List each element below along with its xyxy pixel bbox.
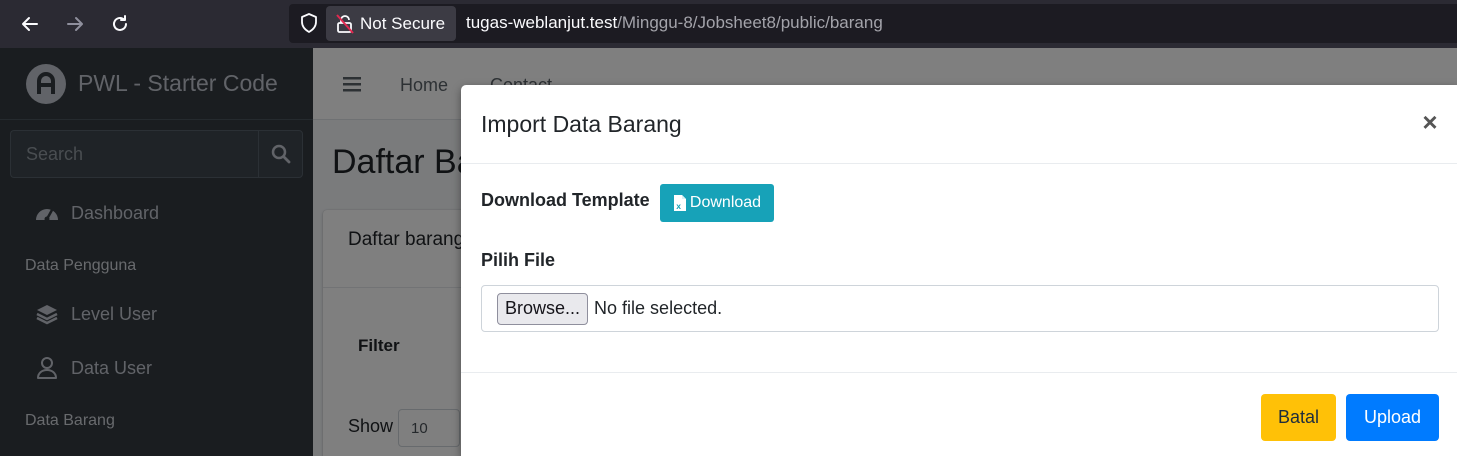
upload-button[interactable]: Upload xyxy=(1346,394,1439,441)
url-path: /Minggu-8/Jobsheet8/public/barang xyxy=(617,13,883,32)
modal-footer: Batal Upload xyxy=(461,372,1457,456)
file-status: No file selected. xyxy=(594,298,723,318)
modal-title: Import Data Barang xyxy=(481,111,682,137)
browser-toolbar: Not Secure tugas-weblanjut.test/Minggu-8… xyxy=(0,0,1457,48)
security-label: Not Secure xyxy=(360,13,446,33)
shield-icon[interactable] xyxy=(298,12,320,34)
browse-button[interactable]: Browse... xyxy=(497,292,589,325)
file-input[interactable]: Browse... No file selected. xyxy=(481,285,1439,332)
arrow-left-icon xyxy=(22,17,38,31)
download-template-label: Download Template xyxy=(481,190,650,210)
reload-icon xyxy=(113,15,127,31)
url-host: tugas-weblanjut.test xyxy=(466,13,618,32)
download-template-button[interactable]: x Download xyxy=(660,184,774,222)
modal-close-button[interactable]: × xyxy=(1417,109,1443,135)
import-modal: Import Data Barang × Download Template x… xyxy=(461,85,1457,456)
modal-header: Import Data Barang × xyxy=(461,85,1457,164)
url-text[interactable]: tugas-weblanjut.test/Minggu-8/Jobsheet8/… xyxy=(466,13,883,33)
file-label: Pilih File xyxy=(481,250,556,270)
file-excel-icon: x xyxy=(673,195,686,211)
download-button-label: Download xyxy=(689,194,762,211)
reload-button[interactable] xyxy=(104,8,136,40)
security-indicator[interactable]: Not Secure xyxy=(326,6,456,41)
insecure-lock-icon xyxy=(336,13,354,34)
forward-button[interactable] xyxy=(59,8,91,40)
back-button[interactable] xyxy=(14,8,46,40)
arrow-right-icon xyxy=(67,17,83,31)
cancel-button[interactable]: Batal xyxy=(1261,394,1336,441)
svg-text:x: x xyxy=(676,201,681,211)
